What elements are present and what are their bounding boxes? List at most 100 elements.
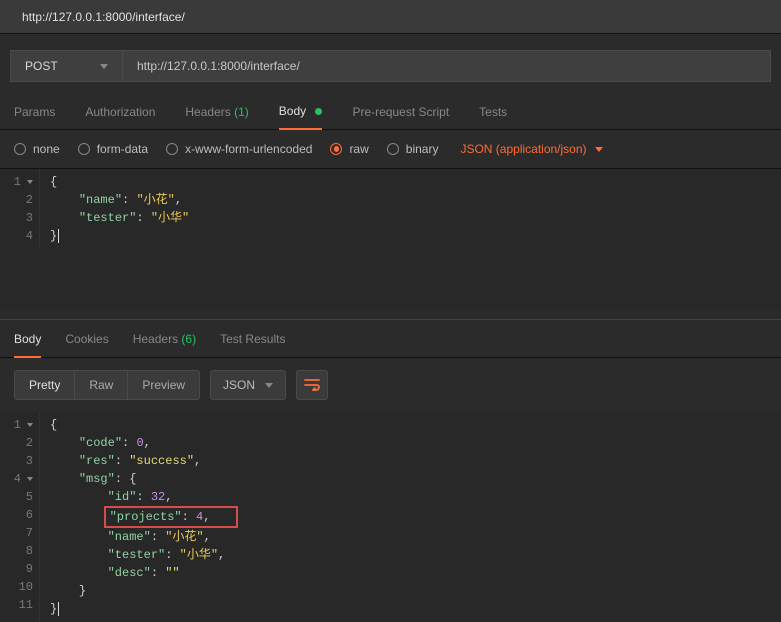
wrap-lines-button[interactable] (296, 370, 328, 400)
line-number: 1 (14, 175, 21, 189)
radio-icon (387, 143, 399, 155)
line-number: 3 (0, 452, 33, 470)
line-number: 1 (14, 418, 21, 432)
request-url-row: POST http://127.0.0.1:8000/interface/ (0, 34, 781, 90)
code-token: "" (165, 566, 179, 580)
line-gutter: 1 2 3 4 (0, 169, 40, 249)
headers-count: (1) (234, 105, 249, 119)
body-type-urlencoded-label: x-www-form-urlencoded (185, 142, 312, 156)
code-token: { (50, 418, 57, 432)
tab-prerequest[interactable]: Pre-request Script (352, 105, 449, 129)
response-tab-headers-label: Headers (133, 332, 178, 346)
body-type-row: none form-data x-www-form-urlencoded raw… (0, 130, 781, 169)
line-number: 6 (0, 506, 33, 524)
body-type-raw[interactable]: raw (330, 142, 368, 156)
content-type-select[interactable]: JSON (application/json) (460, 142, 602, 156)
code-token: "projects" (110, 510, 182, 524)
radio-icon (78, 143, 90, 155)
view-mode-group: Pretty Raw Preview (14, 370, 200, 400)
response-view-bar: Pretty Raw Preview JSON (0, 358, 781, 412)
request-tab[interactable]: http://127.0.0.1:8000/interface/ (10, 2, 197, 32)
view-pretty-button[interactable]: Pretty (15, 371, 74, 399)
content-type-value: JSON (application/json) (460, 142, 586, 156)
code-token: "desc" (108, 566, 151, 580)
fold-icon[interactable] (27, 423, 33, 427)
code-token: 32 (151, 490, 165, 504)
code-token: { (50, 175, 57, 189)
line-gutter: 1 2 3 4 5 6 7 8 9 10 11 (0, 412, 40, 622)
code-token: "小华" (151, 211, 189, 225)
response-tab-body[interactable]: Body (14, 320, 41, 358)
line-number: 2 (0, 191, 33, 209)
response-tab-cookies[interactable]: Cookies (65, 320, 108, 357)
code-area[interactable]: { "name": "小花", "tester": "小华" } (40, 169, 189, 249)
response-format-select[interactable]: JSON (210, 370, 286, 400)
code-token: "小华" (180, 548, 218, 562)
body-type-binary[interactable]: binary (387, 142, 439, 156)
response-format-value: JSON (223, 378, 255, 392)
tab-authorization[interactable]: Authorization (85, 105, 155, 129)
code-token: 0 (136, 436, 143, 450)
line-number: 7 (0, 524, 33, 542)
text-cursor (58, 602, 59, 616)
code-token: "小花" (136, 193, 174, 207)
tab-body-label: Body (279, 104, 306, 118)
code-token: } (79, 584, 86, 598)
line-number: 3 (0, 209, 33, 227)
response-tabs: Body Cookies Headers (6) Test Results (0, 319, 781, 358)
request-body-editor[interactable]: 1 2 3 4 { "name": "小花", "tester": "小华" } (0, 169, 781, 309)
code-token: "小花" (165, 530, 203, 544)
body-type-formdata[interactable]: form-data (78, 142, 148, 156)
code-token: "tester" (108, 548, 166, 562)
body-type-none[interactable]: none (14, 142, 60, 156)
tab-body[interactable]: Body (279, 104, 323, 130)
view-raw-button[interactable]: Raw (74, 371, 127, 399)
code-token: } (50, 602, 57, 616)
highlighted-annotation: "projects": 4, (104, 506, 239, 528)
code-token: 4 (196, 510, 203, 524)
line-number: 9 (0, 560, 33, 578)
code-token: "tester" (79, 211, 137, 225)
body-type-raw-label: raw (349, 142, 368, 156)
code-token: "success" (129, 454, 194, 468)
radio-icon (330, 143, 342, 155)
body-type-none-label: none (33, 142, 60, 156)
radio-icon (166, 143, 178, 155)
code-token: "code" (79, 436, 122, 450)
code-token: } (50, 229, 57, 243)
code-area[interactable]: { "code": 0, "res": "success", "msg": { … (40, 412, 238, 622)
response-body-viewer[interactable]: 1 2 3 4 5 6 7 8 9 10 11 { "code": 0, "re… (0, 412, 781, 622)
http-method-value: POST (25, 59, 58, 73)
response-tab-headers[interactable]: Headers (6) (133, 320, 196, 357)
chevron-down-icon (265, 383, 273, 388)
response-tab-test-results[interactable]: Test Results (220, 320, 285, 357)
tab-headers-label: Headers (185, 105, 230, 119)
line-number: 10 (0, 578, 33, 596)
tab-tests[interactable]: Tests (479, 105, 507, 129)
fold-icon[interactable] (27, 477, 33, 481)
wrap-lines-icon (304, 379, 320, 391)
http-method-select[interactable]: POST (10, 50, 122, 82)
body-type-formdata-label: form-data (97, 142, 148, 156)
url-input[interactable]: http://127.0.0.1:8000/interface/ (122, 50, 771, 82)
line-number: 4 (14, 472, 21, 486)
url-value: http://127.0.0.1:8000/interface/ (137, 59, 300, 73)
window-tab-bar: http://127.0.0.1:8000/interface/ (0, 0, 781, 34)
chevron-down-icon (100, 64, 108, 69)
body-type-urlencoded[interactable]: x-www-form-urlencoded (166, 142, 312, 156)
line-number: 5 (0, 488, 33, 506)
code-token: "id" (108, 490, 137, 504)
line-number: 4 (0, 227, 33, 245)
code-token: "name" (79, 193, 122, 207)
request-subtabs: Params Authorization Headers (1) Body Pr… (0, 90, 781, 130)
line-number: 2 (0, 434, 33, 452)
view-preview-button[interactable]: Preview (127, 371, 199, 399)
line-number: 8 (0, 542, 33, 560)
fold-icon[interactable] (27, 180, 33, 184)
text-cursor (58, 229, 59, 243)
code-token: "msg" (79, 472, 115, 486)
tab-headers[interactable]: Headers (1) (185, 105, 248, 129)
code-token: "res" (79, 454, 115, 468)
tab-params[interactable]: Params (14, 105, 55, 129)
chevron-down-icon (595, 147, 603, 152)
